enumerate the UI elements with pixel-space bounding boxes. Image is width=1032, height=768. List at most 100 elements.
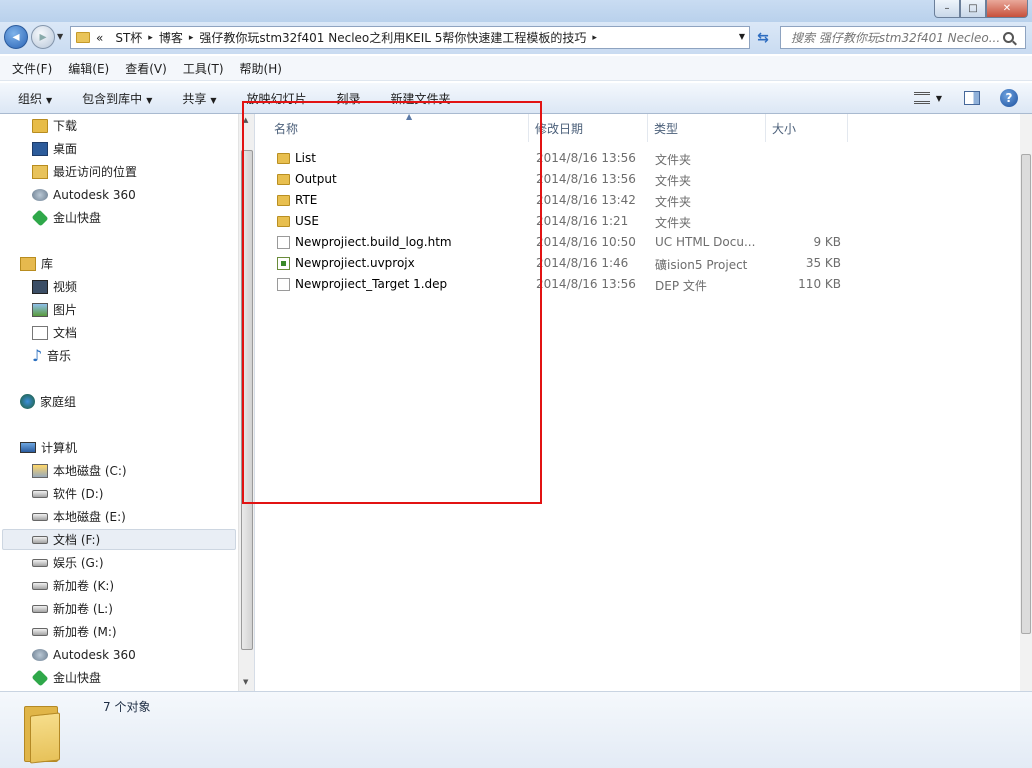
organize-button[interactable]: 组织 ▼	[18, 90, 52, 107]
scroll-up-icon[interactable]: ▲	[243, 116, 248, 124]
nav-item-desktop[interactable]: 桌面	[32, 138, 77, 159]
menu-file[interactable]: 文件(F)	[12, 60, 52, 77]
column-header-size[interactable]: 大小	[766, 114, 848, 142]
maximize-button[interactable]: □	[960, 0, 986, 18]
nav-item-autodesk-2[interactable]: Autodesk 360	[32, 644, 136, 665]
nav-item-autodesk[interactable]: Autodesk 360	[32, 184, 136, 205]
column-label: 大小	[772, 121, 797, 136]
nav-item-computer[interactable]: 计算机	[20, 437, 77, 458]
new-folder-button[interactable]: 新建文件夹	[391, 90, 451, 107]
breadcrumb-blog[interactable]: 博客	[159, 29, 183, 46]
document-icon	[32, 325, 48, 340]
cloud-icon	[32, 188, 48, 201]
scroll-down-icon[interactable]: ▼	[243, 678, 248, 686]
nav-item-videos[interactable]: 视频	[32, 276, 77, 297]
breadcrumb-prefix[interactable]: «	[96, 31, 103, 45]
slideshow-button[interactable]: 放映幻灯片	[247, 90, 307, 107]
folder-icon	[76, 32, 90, 43]
nav-item-drive-d[interactable]: 软件 (D:)	[32, 483, 103, 504]
file-name: USE	[295, 214, 319, 228]
address-bar[interactable]: « ST杯 ▸ 博客 ▸ 强仔教你玩stm32f401 Necleo之利用KEI…	[70, 26, 750, 49]
file-row[interactable]: RTE 2014/8/16 13:42 文件夹	[256, 190, 1020, 211]
scrollbar-thumb[interactable]	[241, 150, 253, 650]
nav-item-libraries[interactable]: 库	[20, 253, 53, 274]
file-row[interactable]: Newprojiect.build_log.htm 2014/8/16 10:5…	[256, 232, 1020, 253]
close-button[interactable]: ✕	[986, 0, 1028, 18]
file-type: 文件夹	[655, 195, 692, 209]
nav-scrollbar[interactable]: ▲ ▼	[238, 114, 254, 691]
burn-button[interactable]: 刻录	[337, 90, 361, 107]
menu-tools[interactable]: 工具(T)	[183, 60, 224, 77]
downloads-folder-icon	[32, 118, 48, 133]
breadcrumb-current[interactable]: 强仔教你玩stm32f401 Necleo之利用KEIL 5帮你快速建工程模板的…	[199, 29, 586, 46]
sort-up-icon: ▲	[406, 112, 413, 121]
chevron-down-icon: ▼	[210, 95, 217, 105]
include-library-button[interactable]: 包含到库中 ▼	[82, 90, 152, 107]
nav-item-drive-m[interactable]: 新加卷 (M:)	[32, 621, 117, 642]
column-header-type[interactable]: 类型	[648, 114, 766, 142]
search-input[interactable]	[781, 30, 1001, 45]
nav-item-music[interactable]: 音乐	[32, 345, 71, 366]
drive-icon	[32, 558, 48, 567]
file-row[interactable]: USE 2014/8/16 1:21 文件夹	[256, 211, 1020, 232]
breadcrumb-separator[interactable]: ▸	[592, 33, 597, 43]
drive-icon	[32, 535, 48, 544]
share-button[interactable]: 共享 ▼	[182, 90, 216, 107]
help-icon[interactable]: ?	[1000, 89, 1018, 107]
menu-view[interactable]: 查看(V)	[125, 60, 167, 77]
nav-item-label: 文档 (F:)	[53, 533, 101, 547]
nav-item-label: 音乐	[47, 349, 72, 363]
nav-item-label: Autodesk 360	[53, 647, 136, 662]
item-count: 7 个对象	[103, 700, 151, 714]
search-box[interactable]	[780, 26, 1026, 49]
menu-help[interactable]: 帮助(H)	[240, 60, 282, 77]
minimize-button[interactable]: –	[934, 0, 960, 18]
file-row[interactable]: Newprojiect.uvprojx 2014/8/16 1:46 礦isio…	[256, 253, 1020, 274]
chevron-down-icon[interactable]: ▼	[936, 94, 942, 103]
nav-item-recent[interactable]: 最近访问的位置	[32, 161, 137, 182]
file-row[interactable]: Output 2014/8/16 13:56 文件夹	[256, 169, 1020, 190]
file-date: 2014/8/16 1:46	[536, 256, 629, 270]
forward-button[interactable]: ▸	[31, 25, 55, 49]
column-header-name[interactable]: 名称 ▲	[268, 112, 529, 142]
file-row[interactable]: List 2014/8/16 13:56 文件夹	[256, 148, 1020, 169]
scrollbar-thumb[interactable]	[1021, 154, 1031, 634]
organize-label: 组织	[18, 91, 43, 106]
menu-bar: 文件(F) 编辑(E) 查看(V) 工具(T) 帮助(H)	[0, 56, 1032, 81]
nav-item-drive-f[interactable]: 文档 (F:)	[2, 529, 236, 550]
menu-edit[interactable]: 编辑(E)	[68, 60, 109, 77]
nav-item-homegroup[interactable]: 家庭组	[20, 391, 76, 412]
drive-icon	[32, 604, 48, 613]
search-icon[interactable]	[1003, 32, 1014, 43]
recent-pages-dropdown[interactable]: ▼	[57, 32, 63, 41]
breadcrumb-separator[interactable]: ▸	[189, 33, 194, 43]
refresh-icon[interactable]: ⇆	[752, 28, 774, 48]
uvision-project-icon	[277, 257, 290, 270]
nav-item-drive-l[interactable]: 新加卷 (L:)	[32, 598, 113, 619]
dep-file-icon	[277, 278, 290, 291]
window-scrollbar[interactable]	[1020, 114, 1032, 691]
nav-item-label: 图片	[53, 303, 78, 317]
nav-item-drive-c[interactable]: 本地磁盘 (C:)	[32, 460, 127, 481]
nav-item-pictures[interactable]: 图片	[32, 299, 77, 320]
back-button[interactable]: ◂	[4, 25, 28, 49]
file-row[interactable]: Newprojiect_Target 1.dep 2014/8/16 13:56…	[256, 274, 1020, 295]
views-icon[interactable]	[913, 92, 930, 104]
nav-item-downloads[interactable]: 下载	[32, 115, 77, 136]
preview-pane-icon[interactable]	[964, 91, 980, 105]
column-header-modified[interactable]: 修改日期	[529, 114, 648, 142]
music-icon	[32, 346, 42, 365]
nav-item-drive-k[interactable]: 新加卷 (K:)	[32, 575, 114, 596]
nav-item-drive-e[interactable]: 本地磁盘 (E:)	[32, 506, 126, 527]
nav-item-kuaipan-2[interactable]: 金山快盘	[31, 667, 101, 688]
nav-item-label: 本地磁盘 (E:)	[53, 510, 126, 524]
nav-item-drive-g[interactable]: 娱乐 (G:)	[32, 552, 104, 573]
file-name: Output	[295, 172, 337, 186]
breadcrumb-st[interactable]: ST杯	[115, 29, 142, 46]
file-date: 2014/8/16 13:56	[536, 151, 636, 165]
nav-item-label: 娱乐 (G:)	[53, 556, 104, 570]
nav-item-kuaipan[interactable]: 金山快盘	[31, 207, 101, 228]
nav-item-documents[interactable]: 文档	[32, 322, 77, 343]
chevron-down-icon[interactable]: ▼	[739, 32, 745, 41]
breadcrumb-separator[interactable]: ▸	[148, 33, 153, 43]
